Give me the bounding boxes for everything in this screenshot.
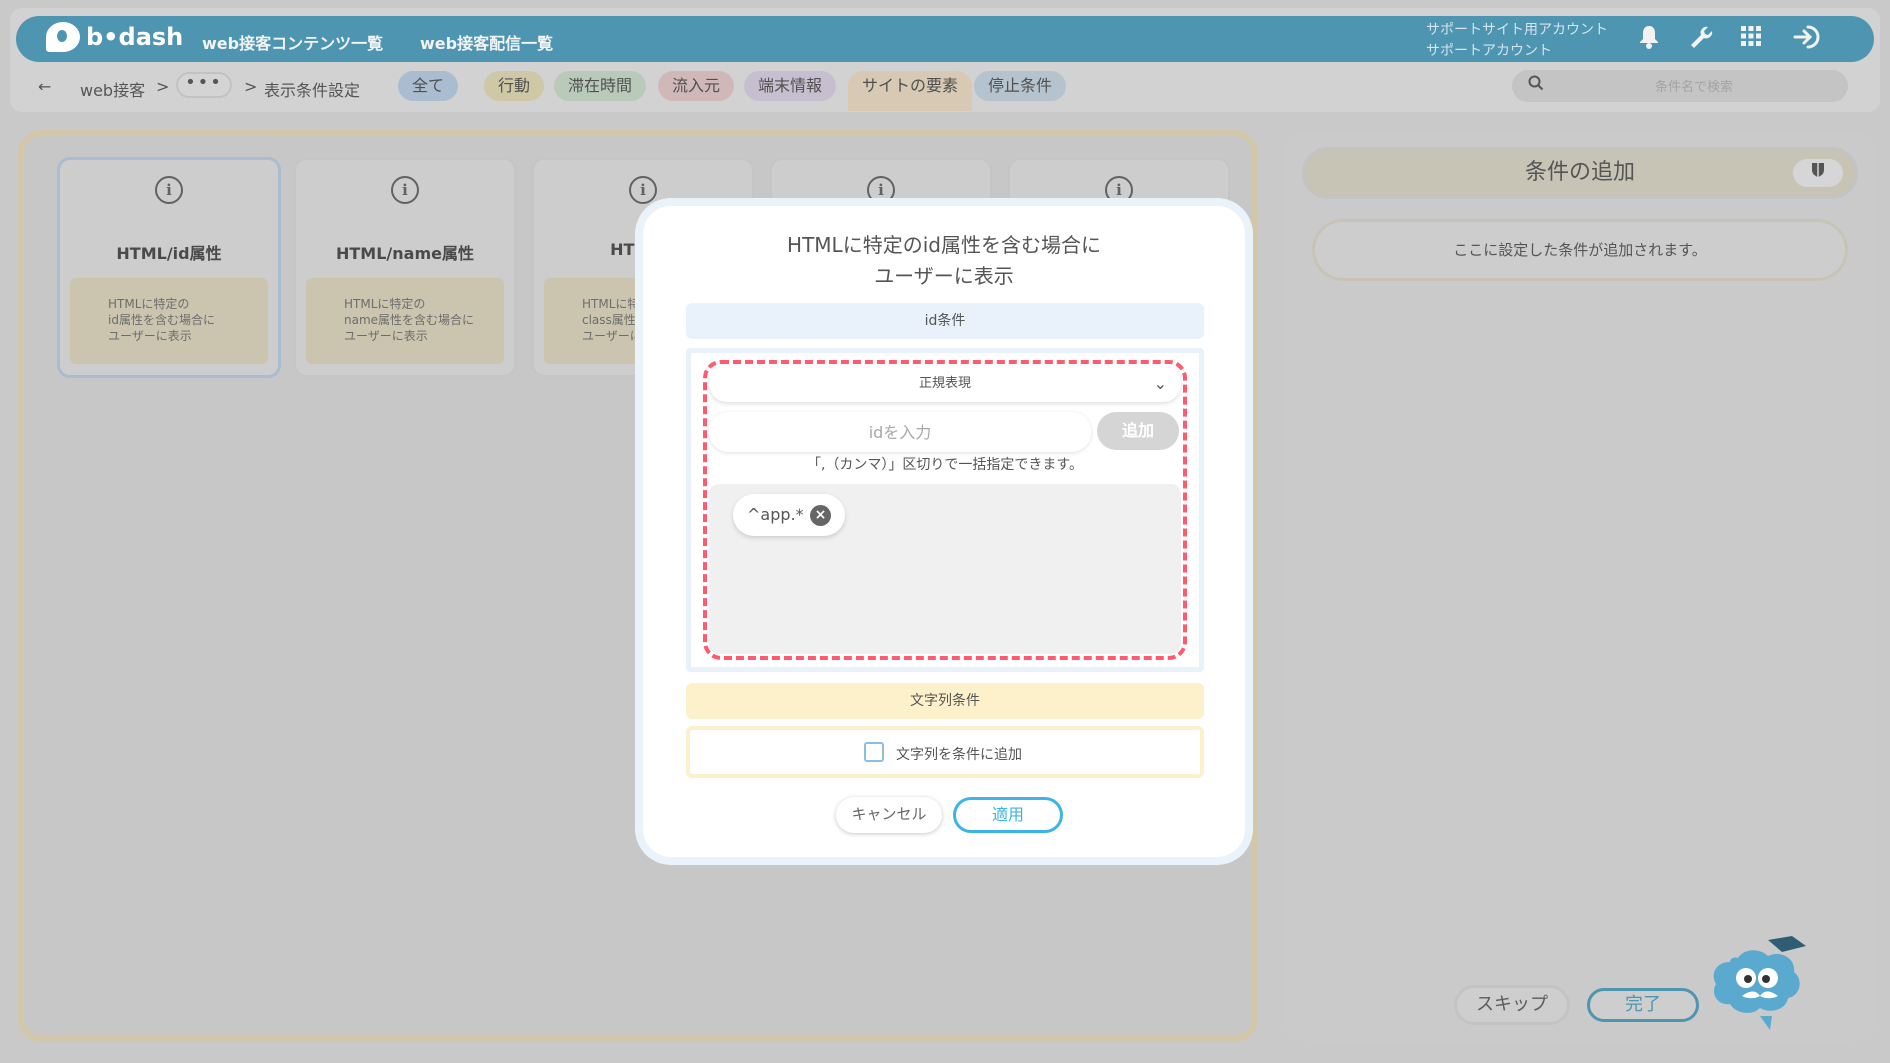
skip-button[interactable]: スキップ [1457,988,1567,1022]
condition-card-html-name[interactable]: i HTML/name属性 HTMLに特定の name属性を含む場合に ユーザー… [296,160,514,375]
wrench-icon[interactable] [1686,24,1716,54]
top-header: b•dash web接客コンテンツ一覧 web接客配信一覧 サポートサイト用アカ… [16,16,1874,62]
search-input[interactable] [1552,74,1836,100]
logo[interactable]: b•dash [46,22,183,52]
account-site-name: サポートサイト用アカウント [1426,22,1608,38]
card-description: HTMLに特定の id属性を含む場合に ユーザーに表示 [70,278,268,364]
card-description: HTMLに特定の name属性を含む場合に ユーザーに表示 [306,278,504,364]
card-desc-line: HTMLに特定の [108,297,190,311]
account-info[interactable]: サポートサイト用アカウント サポートアカウント [1426,20,1608,62]
side-panel-title-text: 条件の追加 [1524,160,1635,185]
done-button[interactable]: 完了 [1587,988,1699,1022]
nav-content-list[interactable]: web接客コンテンツ一覧 [202,30,383,54]
info-icon[interactable]: i [867,176,895,204]
added-conditions-panel: 条件の追加 ここに設定した条件が追加されます。 スキップ 完了 [1285,130,1875,1042]
search-box [1512,70,1848,102]
info-icon[interactable]: i [155,176,183,204]
filter-tab-device[interactable]: 端末情報 [744,71,837,101]
mascot-icon[interactable] [1710,928,1810,1032]
logout-icon[interactable] [1792,24,1822,54]
string-section-header: 文字列条件 [686,683,1204,719]
side-panel-title: 条件の追加 [1305,150,1855,196]
bell-icon[interactable] [1634,24,1664,54]
filter-tab-action[interactable]: 行動 [484,71,545,101]
card-desc-line: id属性を含む場合に [108,313,215,327]
apps-grid-icon[interactable] [1736,24,1766,54]
logo-text: b•dash [86,23,184,51]
card-desc-line: ユーザーに表示 [108,329,192,343]
filter-tab-referrer[interactable]: 流入元 [658,71,735,101]
info-icon[interactable]: i [391,176,419,204]
string-condition-checkbox[interactable] [864,742,884,762]
breadcrumb-more-button[interactable]: ••• [176,72,232,98]
card-desc-line: HTMLに特定の [344,297,426,311]
filter-tab-stop-conditions[interactable]: 停止条件 [974,71,1067,101]
shield-icon[interactable] [1793,159,1843,187]
breadcrumb-separator: > [244,77,258,96]
id-tag-list: ^app.* × [709,484,1181,654]
breadcrumb-separator: > [156,77,170,96]
card-desc-line: name属性を含む場合に [344,313,475,327]
filter-tab-site-elements[interactable]: サイトの要素 [848,71,973,111]
condition-card-html-id[interactable]: i HTML/id属性 HTMLに特定の id属性を含む場合に ユーザーに表示 [60,160,278,375]
account-name: サポートアカウント [1426,43,1552,59]
string-condition-label[interactable]: 文字列を条件に追加 [896,744,1022,764]
info-icon[interactable]: i [1105,176,1133,204]
back-arrow-icon[interactable]: ← [38,77,51,96]
card-title: HTML/name属性 [336,244,474,263]
modal-title-line: ユーザーに表示 [874,264,1014,288]
filter-tab-all[interactable]: 全て [398,71,459,101]
match-type-select[interactable]: 正規表現 ⌄ [709,366,1181,402]
match-type-value: 正規表現 [918,376,971,391]
breadcrumb-bar: ← web接客 > ••• > 表示条件設定 全て 行動 滞在時間 流入元 端末… [16,68,1874,111]
string-condition-box: 文字列を条件に追加 [686,726,1204,778]
filter-tab-stay-time[interactable]: 滞在時間 [554,71,647,101]
add-button[interactable]: 追加 [1097,412,1179,450]
remove-tag-icon[interactable]: × [810,505,831,526]
modal-title: HTMLに特定のid属性を含む場合に ユーザーに表示 [643,230,1245,292]
id-tag-label: ^app.* [747,505,804,524]
breadcrumb-current: 表示条件設定 [264,81,361,100]
breadcrumb-web-sekkyaku[interactable]: web接客 [80,77,145,101]
id-input[interactable] [709,412,1091,452]
logo-bubble-icon [46,22,80,52]
card-title: HTML/id属性 [116,244,222,263]
cancel-button[interactable]: キャンセル [836,797,942,833]
modal-title-line: HTMLに特定のid属性を含む場合に [787,233,1101,257]
card-desc-line: ユーザーに表示 [344,329,428,343]
info-icon[interactable]: i [629,176,657,204]
id-tag: ^app.* × [733,494,845,536]
comma-hint: 「,（カンマ）」区切りで一括指定できます。 [806,457,1084,473]
id-section-header: id条件 [686,303,1204,339]
nav-delivery-list[interactable]: web接客配信一覧 [420,30,553,54]
id-condition-modal: HTMLに特定のid属性を含む場合に ユーザーに表示 id条件 正規表現 ⌄ 追… [643,206,1245,857]
search-icon [1528,75,1544,95]
side-panel-hint: ここに設定した条件が追加されます。 [1315,222,1845,278]
apply-button[interactable]: 適用 [953,797,1063,833]
chevron-down-icon: ⌄ [1153,374,1167,393]
